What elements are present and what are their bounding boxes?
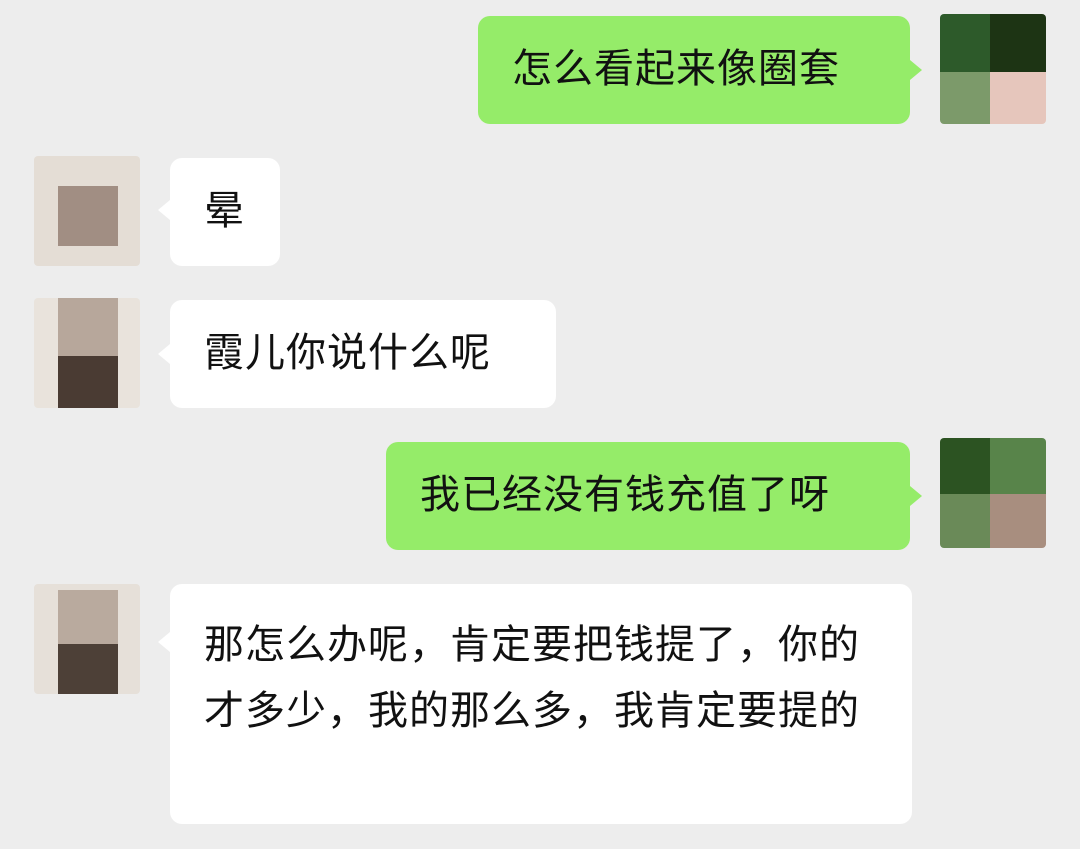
- contact-avatar[interactable]: [34, 584, 140, 694]
- message-text: 霞儿你说什么呢: [204, 330, 491, 376]
- message-text: 怎么看起来像圈套: [512, 46, 840, 92]
- message-text: 那怎么办呢，肯定要把钱提了，你的才多少，我的那么多，我肯定要提的: [204, 622, 860, 734]
- bubble-tail: [158, 200, 170, 220]
- contact-avatar[interactable]: [34, 156, 140, 266]
- message-bubble-received[interactable]: 晕: [170, 158, 280, 266]
- message-text: 我已经没有钱充值了呀: [420, 472, 830, 518]
- message-bubble-received[interactable]: 霞儿你说什么呢: [170, 300, 556, 408]
- message-bubble-sent[interactable]: 我已经没有钱充值了呀: [386, 442, 910, 550]
- bubble-tail: [910, 60, 922, 80]
- message-bubble-received[interactable]: 那怎么办呢，肯定要把钱提了，你的才多少，我的那么多，我肯定要提的: [170, 584, 912, 824]
- my-avatar[interactable]: [940, 14, 1046, 124]
- message-bubble-sent[interactable]: 怎么看起来像圈套: [478, 16, 910, 124]
- bubble-tail: [910, 486, 922, 506]
- bubble-tail: [158, 632, 170, 652]
- contact-avatar[interactable]: [34, 298, 140, 408]
- my-avatar[interactable]: [940, 438, 1046, 548]
- chat-window: 怎么看起来像圈套 晕 霞儿你说什么呢 我已经没有钱充值了呀 那怎么办呢，肯定要把…: [0, 0, 1080, 849]
- message-text: 晕: [204, 188, 245, 234]
- bubble-tail: [158, 344, 170, 364]
